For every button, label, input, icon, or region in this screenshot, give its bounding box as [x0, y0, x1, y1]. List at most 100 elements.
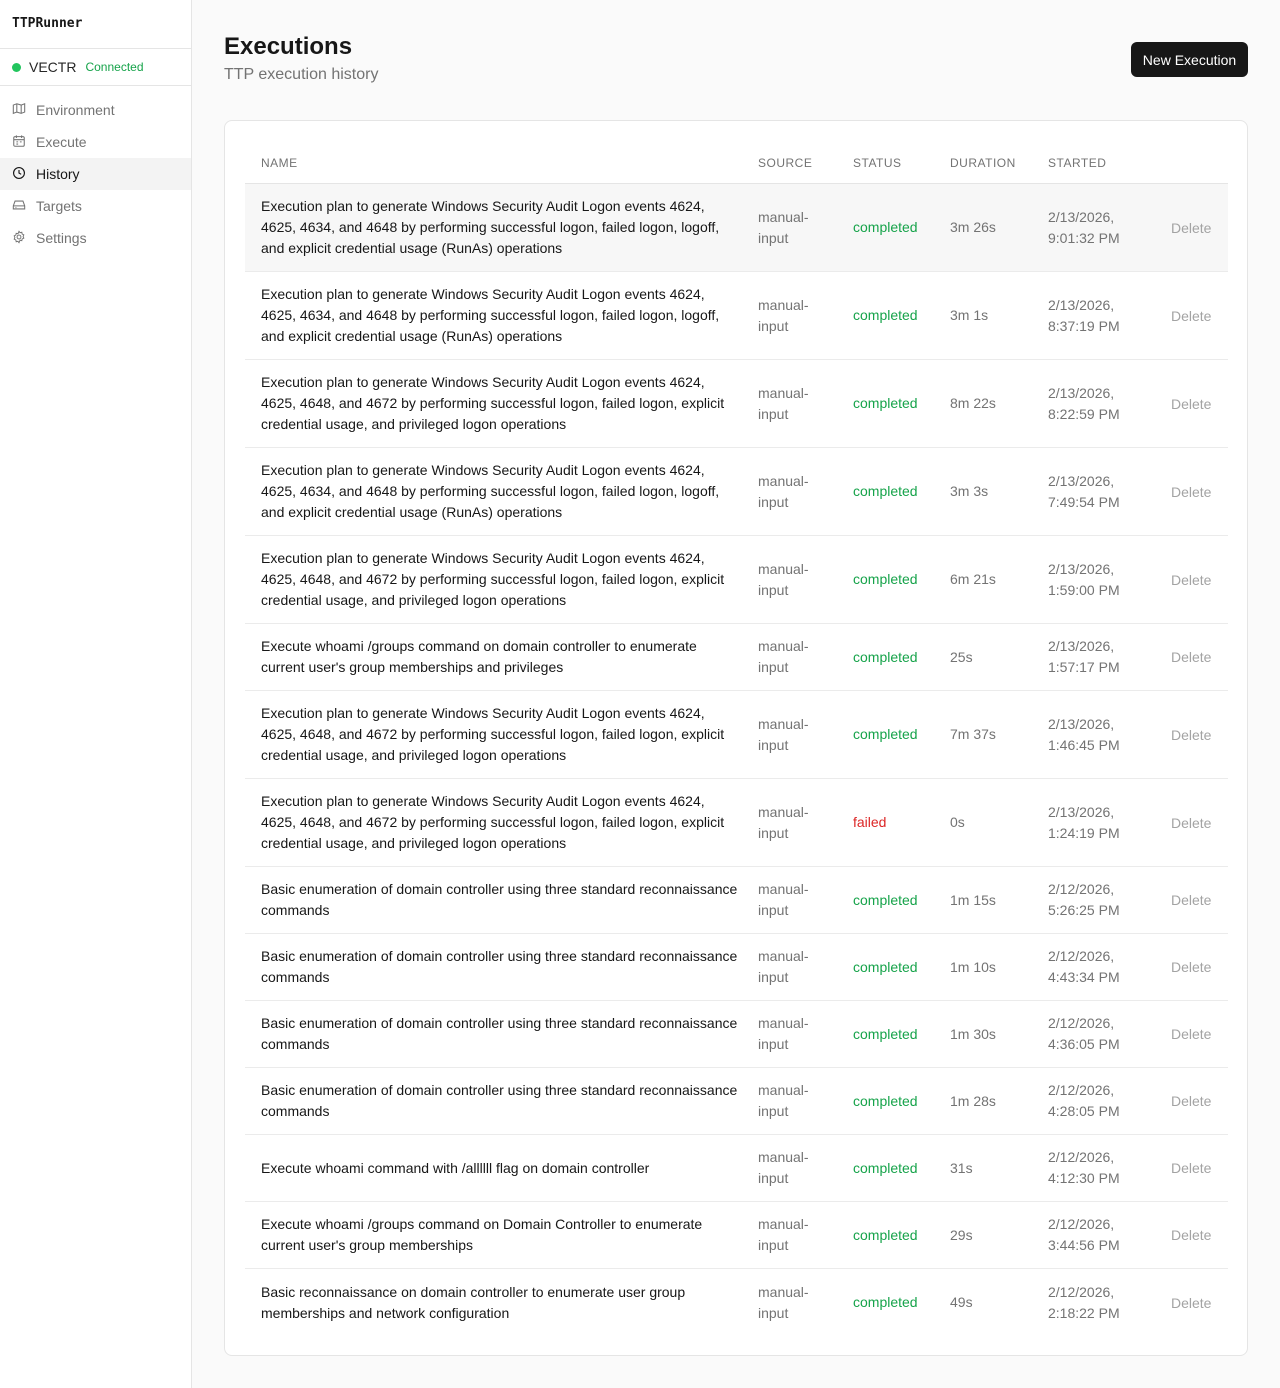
- column-header-source: SOURCE: [758, 156, 813, 170]
- status-badge: completed: [853, 958, 918, 975]
- table-row[interactable]: Execute whoami command with /allllll fla…: [245, 1135, 1228, 1202]
- delete-button[interactable]: Delete: [1171, 220, 1211, 236]
- execution-source: manual-input: [758, 1015, 809, 1052]
- column-header-duration: DURATION: [950, 156, 1016, 170]
- table-row[interactable]: Basic enumeration of domain controller u…: [245, 1068, 1228, 1135]
- execution-source: manual-input: [758, 638, 809, 675]
- table-row[interactable]: Execution plan to generate Windows Secur…: [245, 184, 1228, 272]
- status-badge: completed: [853, 1294, 918, 1310]
- sidebar-item-label: Environment: [36, 102, 115, 118]
- execution-source: manual-input: [758, 472, 809, 510]
- sidebar-item-environment[interactable]: Environment: [0, 94, 191, 126]
- delete-button[interactable]: Delete: [1171, 396, 1211, 412]
- execution-duration: 1m 15s: [950, 891, 996, 908]
- table-row[interactable]: Basic reconnaissance on domain controlle…: [245, 1269, 1228, 1336]
- delete-button[interactable]: Delete: [1171, 1160, 1211, 1176]
- table-row[interactable]: Basic enumeration of domain controller u…: [245, 1001, 1228, 1068]
- execution-started: 2/13/2026, 8:22:59 PM: [1048, 384, 1120, 422]
- page-subtitle: TTP execution history: [224, 66, 379, 83]
- execution-source: manual-input: [758, 881, 809, 918]
- executions-table: NAME SOURCE STATUS DURATION STARTED Exec…: [224, 120, 1248, 1356]
- table-row[interactable]: Execution plan to generate Windows Secur…: [245, 272, 1228, 360]
- delete-button[interactable]: Delete: [1171, 959, 1211, 975]
- delete-button[interactable]: Delete: [1171, 572, 1211, 588]
- execution-name: Execution plan to generate Windows Secur…: [261, 462, 720, 520]
- table-row[interactable]: Execution plan to generate Windows Secur…: [245, 360, 1228, 448]
- execution-name: Basic enumeration of domain controller u…: [261, 881, 738, 918]
- execution-duration: 25s: [950, 648, 973, 665]
- hard-drive-icon: [12, 198, 26, 215]
- execution-name: Execution plan to generate Windows Secur…: [261, 705, 725, 763]
- delete-button[interactable]: Delete: [1171, 815, 1211, 831]
- delete-button[interactable]: Delete: [1171, 649, 1211, 665]
- sidebar-nav: Environment Execute History Targets Sett…: [0, 86, 191, 254]
- delete-button[interactable]: Delete: [1171, 1295, 1211, 1311]
- delete-button[interactable]: Delete: [1171, 1026, 1211, 1042]
- execution-name: Execution plan to generate Windows Secur…: [261, 550, 725, 608]
- sidebar-item-settings[interactable]: Settings: [0, 222, 191, 254]
- delete-button[interactable]: Delete: [1171, 484, 1211, 500]
- execution-duration: 29s: [950, 1226, 973, 1243]
- sidebar-item-label: Settings: [36, 230, 87, 246]
- status-badge: completed: [853, 395, 918, 411]
- new-execution-button[interactable]: New Execution: [1131, 42, 1248, 77]
- column-header-status: STATUS: [853, 156, 902, 170]
- execution-name: Basic enumeration of domain controller u…: [261, 1015, 738, 1052]
- table-row[interactable]: Execute whoami /groups command on Domain…: [245, 1202, 1228, 1269]
- execution-duration: 1m 28s: [950, 1092, 996, 1109]
- delete-button[interactable]: Delete: [1171, 308, 1211, 324]
- table-row[interactable]: Execution plan to generate Windows Secur…: [245, 779, 1228, 867]
- table-header: NAME SOURCE STATUS DURATION STARTED: [245, 121, 1228, 184]
- delete-button[interactable]: Delete: [1171, 727, 1211, 743]
- execution-source: manual-input: [758, 1216, 809, 1253]
- execution-duration: 6m 21s: [950, 571, 996, 587]
- sidebar-item-history[interactable]: History: [0, 158, 191, 190]
- delete-button[interactable]: Delete: [1171, 892, 1211, 908]
- execution-name: Basic enumeration of domain controller u…: [261, 1082, 738, 1119]
- status-badge: completed: [853, 1092, 918, 1109]
- sidebar-item-targets[interactable]: Targets: [0, 190, 191, 222]
- status-badge: completed: [853, 891, 918, 908]
- execution-name: Execution plan to generate Windows Secur…: [261, 374, 725, 432]
- execution-source: manual-input: [758, 560, 809, 598]
- execution-duration: 0s: [950, 814, 965, 830]
- execution-duration: 3m 1s: [950, 307, 989, 323]
- status-badge: failed: [853, 814, 887, 830]
- table-row[interactable]: Basic enumeration of domain controller u…: [245, 867, 1228, 934]
- delete-button[interactable]: Delete: [1171, 1093, 1211, 1109]
- execution-started: 2/12/2026, 4:12:30 PM: [1048, 1149, 1120, 1186]
- calendar-icon: [12, 134, 26, 151]
- execution-name: Execute whoami command with /allllll fla…: [261, 1159, 650, 1176]
- execution-source: manual-input: [758, 715, 809, 753]
- execution-name: Execute whoami /groups command on domain…: [261, 638, 697, 675]
- execution-started: 2/13/2026, 1:59:00 PM: [1048, 560, 1120, 598]
- execution-source: manual-input: [758, 948, 809, 985]
- status-badge: completed: [853, 571, 918, 587]
- execution-source: manual-input: [758, 296, 809, 334]
- status-badge: completed: [853, 726, 918, 742]
- execution-started: 2/12/2026, 5:26:25 PM: [1048, 881, 1120, 918]
- status-badge: completed: [853, 1025, 918, 1042]
- sidebar-item-execute[interactable]: Execute: [0, 126, 191, 158]
- table-body: Execution plan to generate Windows Secur…: [245, 184, 1228, 1336]
- sidebar-item-label: Execute: [36, 134, 87, 150]
- table-row[interactable]: Execution plan to generate Windows Secur…: [245, 536, 1228, 624]
- status-badge: completed: [853, 1226, 918, 1243]
- sidebar: TTPRunner VECTR Connected Environment Ex…: [0, 0, 192, 1388]
- execution-started: 2/13/2026, 9:01:32 PM: [1048, 208, 1120, 246]
- execution-source: manual-input: [758, 208, 809, 246]
- status-badge: completed: [853, 648, 918, 665]
- table-row[interactable]: Execution plan to generate Windows Secur…: [245, 691, 1228, 779]
- execution-started: 2/12/2026, 4:43:34 PM: [1048, 948, 1120, 985]
- table-row[interactable]: Basic enumeration of domain controller u…: [245, 934, 1228, 1001]
- execution-duration: 3m 26s: [950, 219, 996, 235]
- execution-started: 2/13/2026, 7:49:54 PM: [1048, 472, 1120, 510]
- connection-name: VECTR: [29, 59, 77, 75]
- execution-duration: 49s: [950, 1294, 973, 1310]
- delete-button[interactable]: Delete: [1171, 1227, 1211, 1243]
- table-row[interactable]: Execute whoami /groups command on domain…: [245, 624, 1228, 691]
- table-row[interactable]: Execution plan to generate Windows Secur…: [245, 448, 1228, 536]
- execution-started: 2/12/2026, 3:44:56 PM: [1048, 1216, 1120, 1253]
- status-badge: completed: [853, 1159, 918, 1176]
- clock-icon: [12, 166, 26, 183]
